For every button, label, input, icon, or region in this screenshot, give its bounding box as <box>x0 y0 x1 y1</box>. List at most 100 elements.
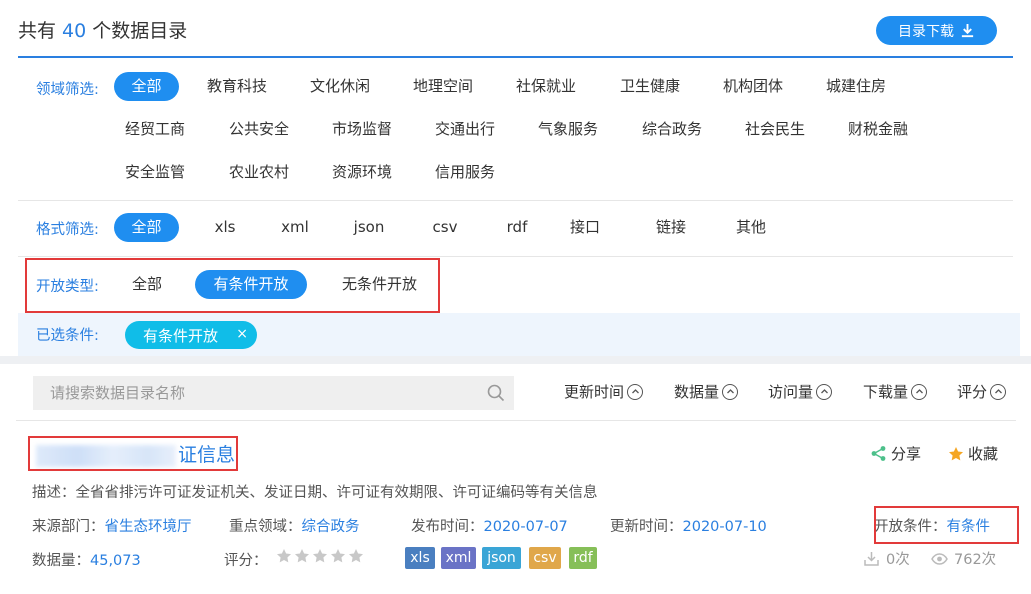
format-filter-0[interactable]: 全部 <box>114 213 179 242</box>
format-filter-7[interactable]: 链接 <box>636 213 706 242</box>
view-count: 762次 <box>930 548 996 569</box>
format-filter-1[interactable]: xls <box>190 213 260 242</box>
star-icon <box>949 446 963 460</box>
catalog-count: 40 <box>62 20 87 42</box>
favorite-label: 收藏 <box>968 445 999 463</box>
format-tag-xls[interactable]: xls <box>405 547 435 569</box>
source-value[interactable]: 省生态环境厅 <box>105 519 192 535</box>
domain-filter-6[interactable]: 机构团体 <box>708 72 798 101</box>
highlight-box-title <box>28 436 238 471</box>
update-time: 更新时间：2020-07-10 <box>610 515 767 536</box>
catalog-count-title: 共有 40 个数据目录 <box>18 16 187 43</box>
domain-filter-16[interactable]: 安全监管 <box>110 158 200 187</box>
data-volume: 数据量：45,073 <box>32 549 141 570</box>
domain-filter-3[interactable]: 地理空间 <box>398 72 488 101</box>
source-label: 来源部门： <box>32 519 105 535</box>
chip-label: 有条件开放 <box>143 326 219 345</box>
search-icon[interactable] <box>487 384 505 402</box>
star-icon[interactable] <box>294 548 310 564</box>
sort-0[interactable]: 更新时间 <box>564 381 644 402</box>
domain-filter-19[interactable]: 信用服务 <box>420 158 510 187</box>
share-button[interactable]: 分享 <box>870 443 921 464</box>
domain-filter-18[interactable]: 资源环境 <box>317 158 407 187</box>
search-input[interactable] <box>33 376 514 410</box>
domain-filter-10[interactable]: 市场监督 <box>317 115 407 144</box>
format-tag-json[interactable]: json <box>482 547 521 569</box>
favorite-button[interactable]: 收藏 <box>948 443 998 464</box>
star-icon[interactable] <box>348 548 364 564</box>
divider <box>18 200 1013 201</box>
star-icon[interactable] <box>330 548 346 564</box>
divider <box>18 256 1013 257</box>
format-filter-6[interactable]: 接口 <box>550 213 620 242</box>
selected-chip-conditional-open[interactable]: 有条件开放 × <box>125 321 257 349</box>
format-filter-4[interactable]: csv <box>410 213 480 242</box>
sort-label: 下载量 <box>863 383 909 401</box>
catalog-download-button[interactable]: 目录下载 <box>876 16 997 45</box>
domain-filter-14[interactable]: 社会民生 <box>730 115 820 144</box>
publish-label: 发布时间： <box>411 519 484 535</box>
domain-filter-1[interactable]: 教育科技 <box>192 72 282 101</box>
rating-stars[interactable] <box>276 548 364 564</box>
share-icon <box>871 446 886 461</box>
format-filter-8[interactable]: 其他 <box>716 213 786 242</box>
dataset-description: 描述：全省省排污许可证发证机关、发证日期、许可证有效期限、许可证编码等有关信息 <box>32 485 598 501</box>
close-icon[interactable]: × <box>236 326 248 342</box>
domain-filter-0[interactable]: 全部 <box>114 72 179 101</box>
star-icon[interactable] <box>312 548 328 564</box>
format-tag-xml[interactable]: xml <box>441 547 476 569</box>
download-count: 0次 <box>862 548 910 569</box>
update-value: 2020-07-10 <box>682 519 767 535</box>
highlight-box-open-type <box>25 258 440 313</box>
chevron-up-icon <box>722 383 739 400</box>
format-filter-label: 格式筛选: <box>36 222 99 238</box>
domain-filter-15[interactable]: 财税金融 <box>833 115 923 144</box>
chevron-up-icon <box>627 383 644 400</box>
format-filter-5[interactable]: rdf <box>482 213 552 242</box>
share-label: 分享 <box>891 445 922 463</box>
title-prefix: 共有 <box>18 20 57 42</box>
domain-filter-2[interactable]: 文化休闲 <box>295 72 385 101</box>
sort-2[interactable]: 访问量 <box>768 381 833 402</box>
download-count-value: 0次 <box>886 552 910 568</box>
publish-value: 2020-07-07 <box>483 519 568 535</box>
chevron-up-icon <box>816 383 833 400</box>
sort-label: 数据量 <box>674 383 720 401</box>
eye-icon <box>931 553 948 565</box>
domain-filter-4[interactable]: 社保就业 <box>501 72 591 101</box>
format-filter-3[interactable]: json <box>334 213 404 242</box>
star-icon[interactable] <box>276 548 292 564</box>
volume-value: 45,073 <box>90 553 141 569</box>
sort-label: 评分 <box>957 383 988 401</box>
domain-filter-label: 领域筛选: <box>36 82 99 98</box>
sort-1[interactable]: 数据量 <box>674 381 739 402</box>
domain-filter-17[interactable]: 农业农村 <box>214 158 304 187</box>
domain-label: 重点领域： <box>229 519 302 535</box>
chevron-up-icon <box>990 383 1007 400</box>
source-dept: 来源部门：省生态环境厅 <box>32 515 192 536</box>
domain-value[interactable]: 综合政务 <box>302 519 360 535</box>
update-label: 更新时间： <box>610 519 683 535</box>
domain-filter-7[interactable]: 城建住房 <box>811 72 901 101</box>
domain-filter-12[interactable]: 气象服务 <box>523 115 613 144</box>
highlight-box-open-condition <box>874 506 1019 544</box>
domain-filter-11[interactable]: 交通出行 <box>420 115 510 144</box>
domain-filter-9[interactable]: 公共安全 <box>214 115 304 144</box>
title-underline <box>18 56 1013 58</box>
domain-filter-5[interactable]: 卫生健康 <box>605 72 695 101</box>
publish-time: 发布时间：2020-07-07 <box>411 515 568 536</box>
selected-conditions-label: 已选条件: <box>36 328 99 344</box>
format-tag-rdf[interactable]: rdf <box>569 547 597 569</box>
download-label: 目录下载 <box>898 23 954 40</box>
domain-filter-13[interactable]: 综合政务 <box>627 115 717 144</box>
format-filter-2[interactable]: xml <box>260 213 330 242</box>
domain-filter-8[interactable]: 经贸工商 <box>110 115 200 144</box>
sort-label: 访问量 <box>768 383 814 401</box>
sort-3[interactable]: 下载量 <box>863 381 928 402</box>
format-tag-csv[interactable]: csv <box>529 547 561 569</box>
sort-4[interactable]: 评分 <box>957 381 1007 402</box>
sort-label: 更新时间 <box>564 383 625 401</box>
download-icon <box>961 23 974 38</box>
rating-label: 评分： <box>224 553 268 569</box>
chevron-up-icon <box>911 383 928 400</box>
